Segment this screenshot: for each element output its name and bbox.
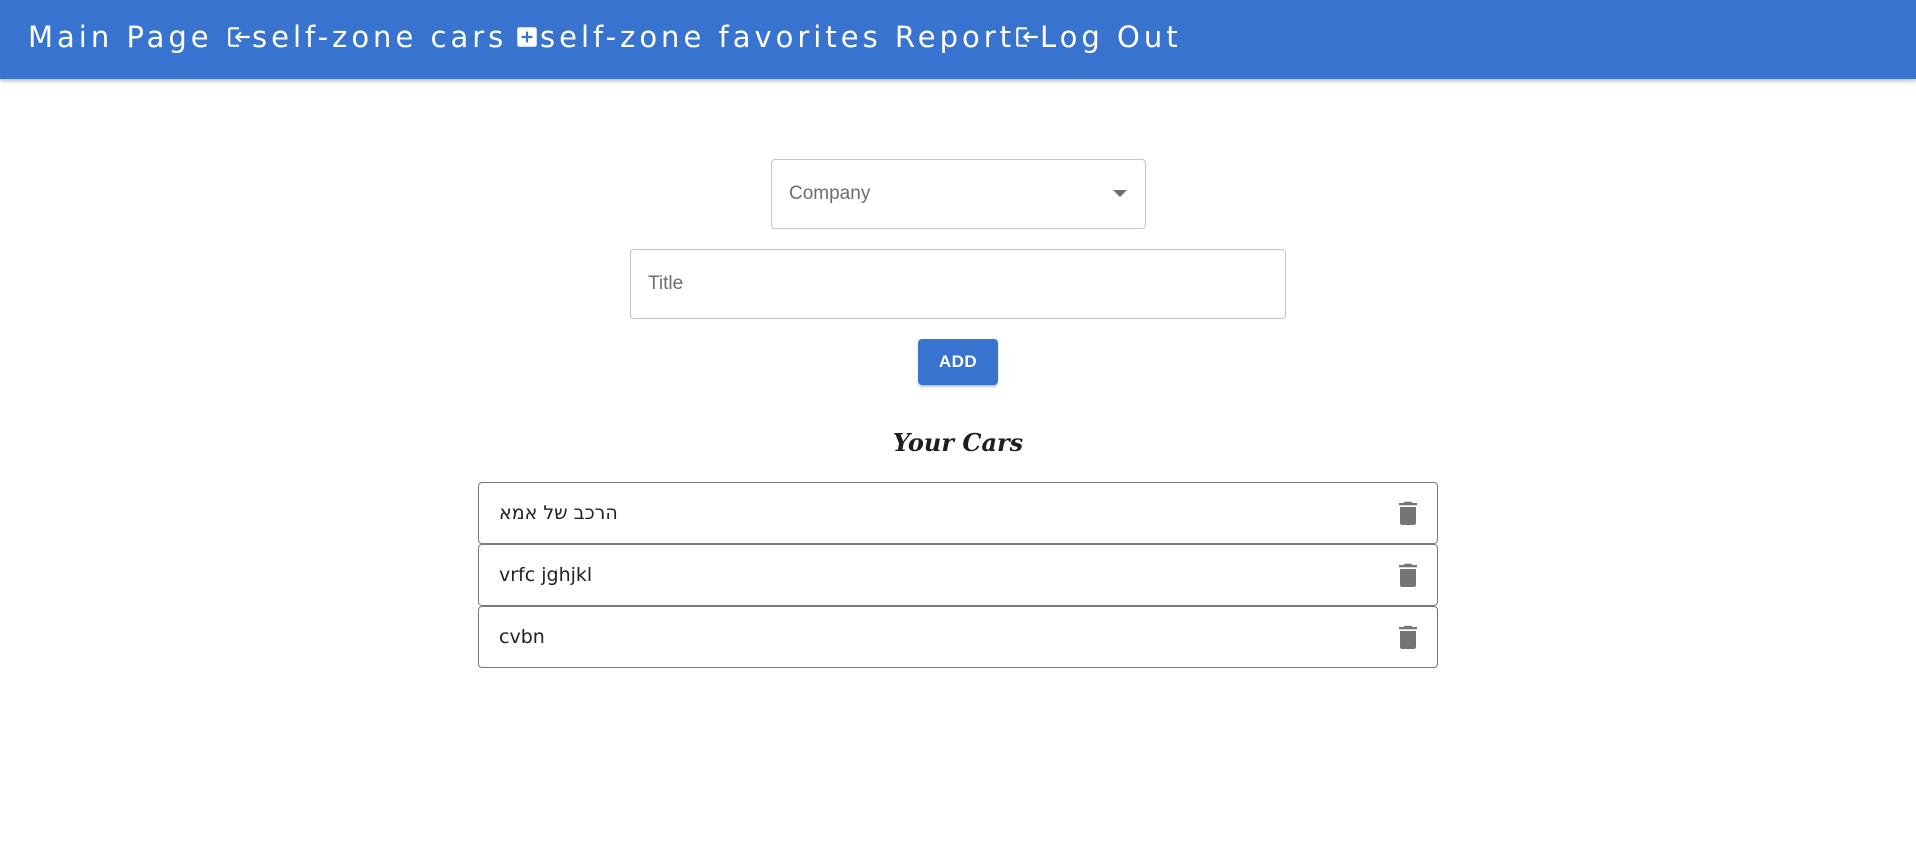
- your-cars-heading: Your Cars: [892, 428, 1024, 457]
- nav-log-out[interactable]: Log Out: [1014, 17, 1182, 57]
- delete-icon[interactable]: [1396, 500, 1420, 526]
- add-box-icon: [514, 24, 540, 50]
- nav-log-out-label: Log Out: [1040, 20, 1182, 54]
- top-app-bar: Main Page self-zone cars self-zone favor…: [0, 0, 1916, 79]
- add-button[interactable]: ADD: [918, 339, 998, 385]
- car-name: cvbn: [499, 626, 545, 648]
- company-select-label: Company: [789, 183, 871, 204]
- company-select[interactable]: Company: [771, 159, 1146, 229]
- nav-self-zone-favorites-report-label: self-zone favorites Report: [540, 20, 1016, 54]
- delete-icon[interactable]: [1396, 624, 1420, 650]
- car-name: vrfc jghjkl: [499, 564, 593, 586]
- list-item: cvbn: [478, 606, 1438, 668]
- car-name: הרכב של אמא: [499, 502, 618, 524]
- title-input[interactable]: Title: [630, 249, 1286, 319]
- caret-down-icon: [1113, 190, 1127, 197]
- nav-main-page[interactable]: Main Page: [28, 17, 213, 57]
- nav-main-page-label: Main Page: [28, 20, 213, 54]
- login-icon: [1014, 24, 1040, 50]
- delete-icon[interactable]: [1396, 562, 1420, 588]
- car-list: הרכב של אמא vrfc jghjkl cvbn: [478, 482, 1438, 668]
- nav-self-zone-cars-label: self-zone cars: [252, 20, 508, 54]
- list-item: vrfc jghjkl: [478, 544, 1438, 606]
- nav-self-zone-favorites-report[interactable]: self-zone favorites Report: [514, 17, 1015, 57]
- title-input-placeholder: Title: [648, 273, 684, 294]
- nav-self-zone-cars[interactable]: self-zone cars: [226, 17, 507, 57]
- list-item: הרכב של אמא: [478, 482, 1438, 544]
- login-icon: [226, 24, 252, 50]
